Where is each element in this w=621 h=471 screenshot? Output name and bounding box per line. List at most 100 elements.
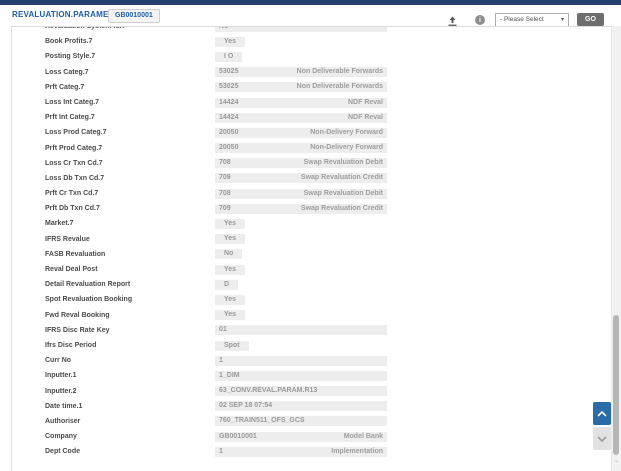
field-value: 1: [219, 447, 223, 457]
field-value-bar: 1 Implementation: [215, 447, 387, 457]
field-label: Prft Int Categ.7: [45, 110, 95, 125]
field-row: Reval Deal Post Yes: [12, 262, 611, 277]
field-value: 14424: [219, 98, 238, 108]
scrollbar-bottom-icon[interactable]: ⌄: [612, 457, 621, 464]
info-icon[interactable]: i: [475, 15, 485, 25]
field-value: Yes: [224, 311, 236, 318]
chevron-down-icon: [597, 436, 607, 442]
action-select[interactable]: - Please Select ▾: [495, 13, 569, 27]
field-row: Prft Int Categ.7 14424 NDF Reval: [12, 110, 611, 125]
field-label: Loss Prod Categ.7: [45, 125, 106, 140]
field-label: FASB Revaluation: [45, 247, 105, 262]
field-row: FASB Revaluation No: [12, 247, 611, 262]
field-label: Fwd Reval Booking: [45, 308, 110, 323]
field-value: Yes: [224, 235, 236, 242]
scroll-to-bottom-button[interactable]: [593, 427, 611, 450]
upload-icon[interactable]: [447, 14, 458, 25]
field-value-bar: Yes: [215, 310, 245, 320]
field-label: Inputter.1: [45, 368, 77, 383]
field-value-bar: Yes: [215, 219, 245, 229]
field-value-bar: Yes: [215, 234, 245, 244]
field-row: Market.7 Yes: [12, 216, 611, 231]
field-description: Non-Delivery Forward: [310, 128, 383, 138]
field-label: Loss Db Txn Cd.7: [45, 171, 104, 186]
field-row: Inputter.2 63_CONV.REVAL.PARAM.R13: [12, 384, 611, 399]
go-button[interactable]: GO: [577, 13, 604, 26]
field-row: Loss Cr Txn Cd.7 708 Swap Revaluation De…: [12, 156, 611, 171]
field-value: 20050: [219, 128, 238, 138]
field-value-bar: D: [215, 280, 238, 290]
field-label: Book Profits.7: [45, 34, 92, 49]
field-description: Model Bank: [344, 432, 383, 442]
field-value: 1_DIM: [219, 371, 240, 381]
field-value: 14424: [219, 113, 238, 123]
field-row: Prft Cr Txn Cd.7 708 Swap Revaluation De…: [12, 186, 611, 201]
field-label: Reval Deal Post: [45, 262, 98, 277]
field-value-bar: 14424 NDF Reval: [215, 113, 387, 123]
field-value: 709: [219, 173, 231, 183]
field-value: No: [224, 250, 233, 257]
field-value-bar: 708 Swap Revaluation Debit: [215, 189, 387, 199]
field-value: 53025: [219, 67, 238, 77]
field-value: D: [224, 281, 229, 288]
field-value: 63_CONV.REVAL.PARAM.R13: [219, 386, 317, 396]
vertical-scrollbar-thumb[interactable]: [613, 315, 619, 455]
field-row: Ifrs Disc Period Spot: [12, 338, 611, 353]
field-row: Loss Int Categ.7 14424 NDF Reval: [12, 95, 611, 110]
field-description: NDF Reval: [348, 113, 383, 123]
field-label: Revaluation System Id.7: [45, 26, 126, 34]
field-description: Implementation: [331, 447, 383, 457]
field-rows: Revaluation System Id.7 No Book Profits.…: [12, 26, 611, 459]
field-value: Yes: [224, 266, 236, 273]
field-label: Detail Revaluation Report: [45, 277, 130, 292]
field-value: Yes: [224, 220, 236, 227]
header-bar: REVALUATION.PARAMETER GB0010001 i - Plea…: [0, 5, 621, 26]
field-value-bar: Yes: [215, 295, 245, 305]
field-row: Book Profits.7 Yes: [12, 34, 611, 49]
field-value: GB0010001: [219, 432, 257, 442]
field-label: Loss Categ.7: [45, 65, 89, 80]
field-label: Prft Prod Categ.7: [45, 141, 102, 156]
field-value-bar: 20050 Non-Delivery Forward: [215, 128, 387, 138]
field-value-bar: 02 SEP 18 07:54: [215, 401, 387, 411]
field-row: IFRS Revalue Yes: [12, 232, 611, 247]
field-value-bar: I O: [215, 52, 242, 62]
field-label: Market.7: [45, 216, 73, 231]
field-value: 708: [219, 158, 231, 168]
field-description: Swap Revaluation Debit: [304, 189, 383, 199]
field-row: Curr No 1: [12, 353, 611, 368]
field-value: 1: [219, 356, 223, 366]
field-row: Detail Revaluation Report D: [12, 277, 611, 292]
field-value-bar: 63_CONV.REVAL.PARAM.R13: [215, 386, 387, 396]
field-value: 760_TRAIN511_OFS_GCS: [219, 416, 305, 426]
field-row: Authoriser 760_TRAIN511_OFS_GCS: [12, 414, 611, 429]
record-id-badge: GB0010001: [108, 9, 160, 23]
field-label: Spot Revaluation Booking: [45, 292, 132, 307]
field-row: IFRS Disc Rate Key 01: [12, 323, 611, 338]
field-row: Loss Db Txn Cd.7 709 Swap Revaluation Cr…: [12, 171, 611, 186]
field-row: Prft Db Txn Cd.7 709 Swap Revaluation Cr…: [12, 201, 611, 216]
scroll-to-top-button[interactable]: [593, 402, 611, 425]
field-description: Swap Revaluation Debit: [304, 158, 383, 168]
field-description: Non-Delivery Forward: [310, 143, 383, 153]
field-row: Spot Revaluation Booking Yes: [12, 292, 611, 307]
field-value: 01: [219, 325, 227, 335]
field-label: Loss Int Categ.7: [45, 95, 99, 110]
field-value: Spot: [224, 342, 240, 349]
field-value: 709: [219, 204, 231, 214]
field-label: Loss Cr Txn Cd.7: [45, 156, 103, 171]
field-description: Non Deliverable Forwards: [297, 82, 383, 92]
field-value-bar: 709 Swap Revaluation Credit: [215, 204, 387, 214]
field-description: Swap Revaluation Credit: [301, 173, 383, 183]
field-row: Posting Style.7 I O: [12, 49, 611, 64]
field-value-bar: 760_TRAIN511_OFS_GCS: [215, 416, 387, 426]
field-label: Prft Categ.7: [45, 80, 84, 95]
field-label: Curr No: [45, 353, 71, 368]
field-value-bar: 708 Swap Revaluation Debit: [215, 158, 387, 168]
field-description: NDF Reval: [348, 98, 383, 108]
field-label: Prft Db Txn Cd.7: [45, 201, 100, 216]
field-value: No: [219, 26, 228, 32]
field-value: 20050: [219, 143, 238, 153]
field-label: IFRS Revalue: [45, 232, 90, 247]
field-label: Date time.1: [45, 399, 82, 414]
